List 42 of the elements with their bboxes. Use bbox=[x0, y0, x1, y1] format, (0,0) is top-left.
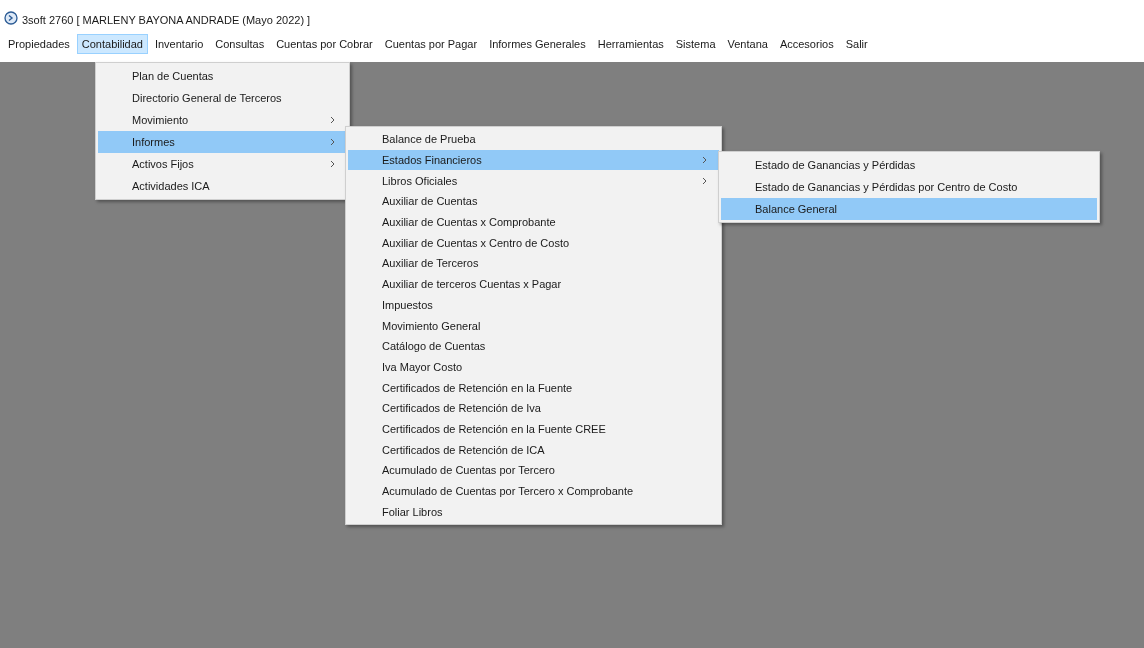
menu-item[interactable]: Balance General bbox=[721, 198, 1097, 220]
menu-item[interactable]: Sistema bbox=[670, 34, 721, 54]
menu-item[interactable]: Consultas bbox=[210, 34, 270, 54]
app-icon bbox=[4, 11, 18, 25]
menu-item[interactable]: Cuentas por Cobrar bbox=[271, 34, 378, 54]
menu-item[interactable]: Certificados de Retención en la Fuente bbox=[348, 377, 719, 398]
menu-item[interactable]: Acumulado de Cuentas por Tercero bbox=[348, 460, 719, 481]
menu-item[interactable]: Foliar Libros bbox=[348, 501, 719, 523]
menu-item[interactable]: Auxiliar de Terceros bbox=[348, 253, 719, 274]
menu-item[interactable]: Certificados de Retención de Iva bbox=[348, 397, 719, 419]
menu-item[interactable]: Directorio General de Terceros bbox=[98, 87, 347, 109]
menu-item[interactable]: Informes Generales bbox=[484, 34, 591, 54]
menu-item[interactable]: Plan de Cuentas bbox=[98, 65, 347, 87]
menu-item[interactable]: Libros Oficiales bbox=[348, 170, 719, 192]
menu-item[interactable]: Estados Financieros bbox=[348, 149, 719, 171]
menu-item[interactable]: Balance de Prueba bbox=[348, 129, 719, 150]
menu-item[interactable]: Estado de Ganancias y Pérdidas por Centro de Costo bbox=[721, 176, 1097, 198]
menu-item[interactable]: Propiedades bbox=[3, 34, 75, 54]
menu-item[interactable]: Ventana bbox=[722, 34, 773, 54]
menu-item[interactable]: Herramientas bbox=[592, 34, 669, 54]
menu-item[interactable]: Auxiliar de Cuentas x Comprobante bbox=[348, 211, 719, 233]
menu-item[interactable]: Informes bbox=[98, 131, 347, 153]
menu-item[interactable]: Catálogo de Cuentas bbox=[348, 335, 719, 357]
menu-item[interactable]: Iva Mayor Costo bbox=[348, 356, 719, 378]
menu-item[interactable]: Movimiento General bbox=[348, 315, 719, 336]
menu-item[interactable]: Actividades ICA bbox=[98, 175, 347, 197]
menu-item[interactable]: Auxiliar de terceros Cuentas x Pagar bbox=[348, 273, 719, 295]
menu-item[interactable]: Cuentas por Pagar bbox=[379, 34, 483, 54]
menu-item[interactable]: Accesorios bbox=[774, 34, 839, 54]
menu-item[interactable]: Certificados de Retención de ICA bbox=[348, 439, 719, 460]
menu-item[interactable]: Activos Fijos bbox=[98, 153, 347, 175]
menu-item[interactable]: Acumulado de Cuentas por Tercero x Comprobante bbox=[348, 480, 719, 502]
menu-item[interactable]: Movimiento bbox=[98, 109, 347, 131]
menu-item[interactable]: Estado de Ganancias y Pérdidas bbox=[721, 154, 1097, 176]
menu-item[interactable]: Auxiliar de Cuentas bbox=[348, 191, 719, 212]
menu-item[interactable]: Certificados de Retención en la Fuente CREE bbox=[348, 418, 719, 440]
menu-item[interactable]: Inventario bbox=[149, 34, 209, 54]
menu-item[interactable]: Impuestos bbox=[348, 294, 719, 316]
menu-item[interactable]: Salir bbox=[840, 34, 873, 54]
menu-item[interactable]: Auxiliar de Cuentas x Centro de Costo bbox=[348, 232, 719, 254]
menu-item[interactable]: Contabilidad bbox=[76, 34, 148, 54]
window-title: 3soft 2760 [ MARLENY BAYONA ANDRADE (Mayo 2022) ] bbox=[22, 14, 311, 26]
